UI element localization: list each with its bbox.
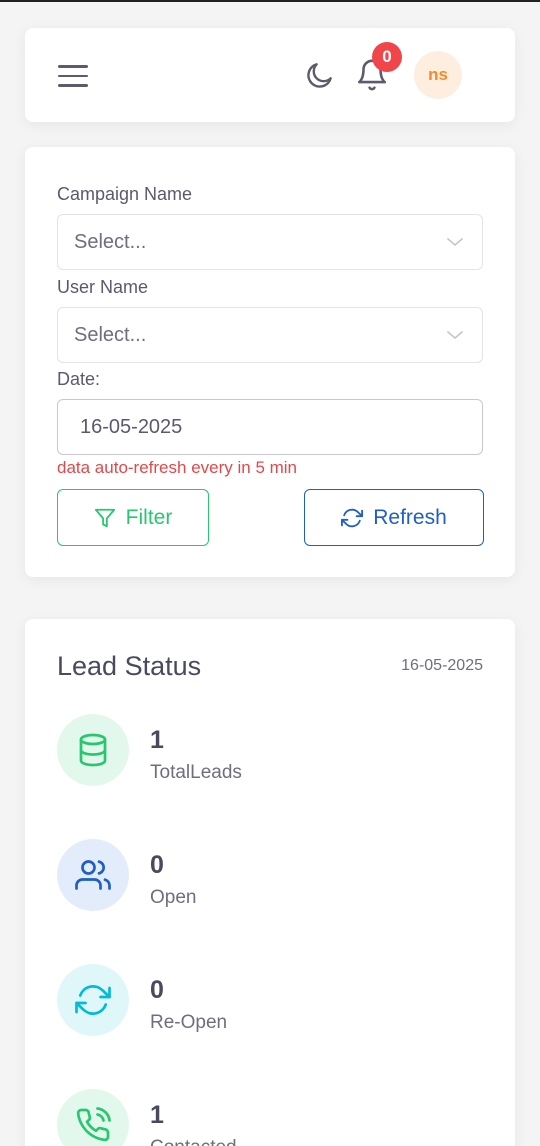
user-avatar[interactable]: ns xyxy=(414,51,462,99)
auto-refresh-note: data auto-refresh every in 5 min xyxy=(57,458,298,477)
date-input-value: 16-05-2025 xyxy=(80,416,183,438)
stat-total-leads: 1 TotalLeads xyxy=(57,714,477,794)
refresh-button-label: Refresh xyxy=(373,505,447,529)
campaign-name-label: Campaign Name xyxy=(57,184,193,204)
refresh-icon xyxy=(57,964,129,1036)
filter-button[interactable]: Filter xyxy=(57,489,209,546)
refresh-icon xyxy=(341,508,364,527)
hamburger-menu-icon[interactable] xyxy=(58,65,88,87)
stat-re-open: 0 Re-Open xyxy=(57,964,477,1044)
stat-label: TotalLeads xyxy=(150,762,242,783)
lead-status-panel: Lead Status 16-05-2025 1 TotalLeads 0 Op… xyxy=(25,619,515,1146)
stat-count: 1 xyxy=(150,726,164,754)
moon-icon[interactable] xyxy=(304,59,336,91)
chevron-down-icon xyxy=(447,331,463,339)
filter-icon xyxy=(94,508,115,527)
user-name-select[interactable]: Select... xyxy=(57,307,483,363)
stat-label: Contacted xyxy=(150,1137,237,1146)
user-select-placeholder: Select... xyxy=(74,324,147,346)
date-input[interactable]: 16-05-2025 xyxy=(57,399,483,455)
lead-status-title: Lead Status xyxy=(57,651,202,681)
user-name-label: User Name xyxy=(57,277,149,297)
filter-panel: Campaign Name Select... User Name Select… xyxy=(25,147,515,577)
stat-open: 0 Open xyxy=(57,839,477,919)
filter-button-label: Filter xyxy=(125,505,173,529)
stat-contacted: 1 Contacted xyxy=(57,1089,477,1146)
notification-count-badge: 0 xyxy=(372,42,402,72)
lead-status-date: 16-05-2025 xyxy=(401,657,483,674)
campaign-name-select[interactable]: Select... xyxy=(57,214,483,270)
campaign-select-placeholder: Select... xyxy=(74,231,147,253)
chevron-down-icon xyxy=(447,238,463,246)
database-icon xyxy=(57,714,129,786)
users-icon xyxy=(57,839,129,911)
refresh-button[interactable]: Refresh xyxy=(304,489,484,546)
top-header: 0 ns xyxy=(25,28,515,122)
stat-count: 1 xyxy=(150,1101,164,1129)
phone-call-icon xyxy=(57,1089,129,1146)
date-label: Date: xyxy=(57,369,101,389)
status-bar-edge xyxy=(0,0,540,2)
stat-label: Re-Open xyxy=(150,1012,228,1033)
stat-count: 0 xyxy=(150,976,164,1004)
stat-count: 0 xyxy=(150,851,164,879)
stat-label: Open xyxy=(150,887,197,908)
